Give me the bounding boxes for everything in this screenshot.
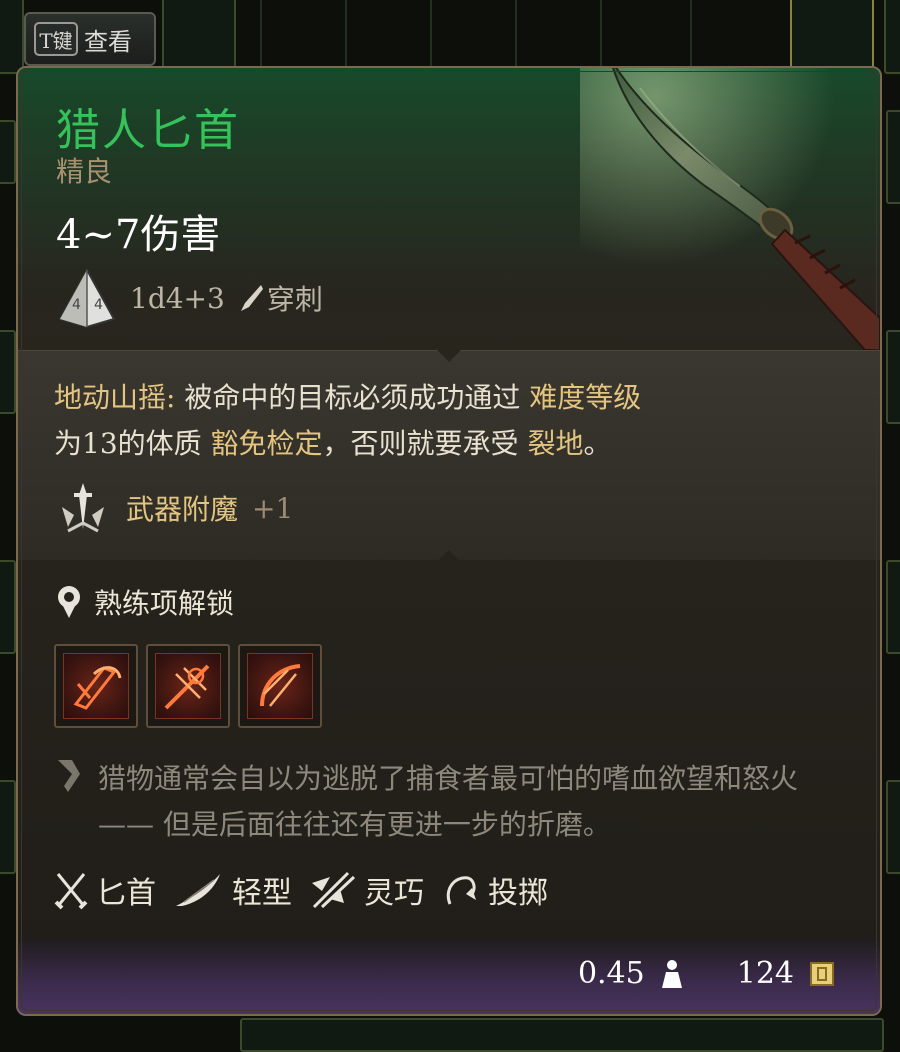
property-dagger[interactable]: 匕首 — [54, 868, 156, 912]
crossed-daggers-icon — [54, 873, 88, 910]
finesse-icon — [312, 871, 356, 909]
svg-text:4: 4 — [94, 297, 103, 313]
action-cut-icon[interactable] — [238, 644, 322, 728]
t-key-cap: T键 — [34, 22, 78, 56]
throw-icon — [446, 876, 476, 905]
item-weight: 0.45 — [577, 956, 645, 991]
action-pierce-icon[interactable] — [146, 644, 230, 728]
quote-icon — [58, 760, 80, 792]
effect-name[interactable]: 地动山摇 — [54, 381, 166, 414]
enchantment-value: +1 — [252, 491, 294, 525]
examine-label: 查看 — [84, 27, 132, 56]
action-slash-icon[interactable] — [54, 644, 138, 728]
proficiency-label: 熟练项解锁 — [94, 587, 235, 620]
item-damage: 4~7伤害 — [56, 212, 221, 258]
property-light[interactable]: 轻型 — [174, 868, 292, 912]
feather-icon — [176, 874, 220, 906]
effect-description: 地动山摇: 被命中的目标必须成功通过 难度等级 为13的体质 豁免检定，否则就要承… — [54, 381, 642, 460]
weight-icon — [661, 959, 682, 988]
tooltip-effects: 地动山摇: 被命中的目标必须成功通过 难度等级 为13的体质 豁免检定，否则就要承… — [18, 350, 880, 562]
svg-text:4: 4 — [72, 297, 81, 313]
gold-icon — [810, 961, 834, 986]
inventory-slot[interactable] — [884, 0, 900, 74]
d4-dice-icon: 4 4 — [58, 267, 116, 329]
damage-type-label: 穿刺 — [266, 283, 323, 316]
proficiency-icon — [58, 586, 80, 618]
enchantment-row: 武器附魔 +1 — [54, 479, 293, 537]
examine-hint[interactable]: T键 查看 — [24, 12, 156, 66]
weapon-enchant-icon — [62, 483, 104, 533]
inventory-slot[interactable] — [790, 0, 874, 70]
tooltip-footer: 0.45 124 — [18, 938, 880, 1014]
damage-dice: 1d4+3 — [130, 281, 225, 315]
item-value: 124 — [736, 956, 794, 991]
property-finesse[interactable]: 灵巧 — [310, 868, 424, 912]
keyword-saving-throw[interactable]: 豁免检定 — [211, 427, 323, 460]
flavor-text: 猎物通常会自以为逃脱了捕食者最可怕的嗜血欲望和怒火 —— 但是后面往往还有更进一… — [98, 762, 799, 841]
keyword-dc[interactable]: 难度等级 — [529, 381, 641, 414]
tooltip-details: 熟练项解锁 猎物通常会自以为逃脱了捕食者最可怕的嗜血欲望和怒火 —— 但是后面往… — [18, 560, 880, 942]
enchantment-label[interactable]: 武器附魔 — [126, 488, 238, 528]
weapon-actions — [54, 644, 322, 728]
flavor-text-row: 猎物通常会自以为逃脱了捕食者最可怕的嗜血欲望和怒火 —— 但是后面往往还有更进一… — [54, 756, 838, 848]
divider-notch — [437, 350, 461, 362]
dagger-image — [580, 68, 880, 350]
damage-dice-row: 4 4 1d4+3 穿刺 — [56, 266, 323, 330]
inventory-slot[interactable] — [0, 0, 24, 74]
damage-type: 穿刺 — [237, 278, 323, 318]
property-thrown[interactable]: 投掷 — [442, 868, 548, 912]
piercing-icon — [240, 285, 263, 311]
inventory-slot[interactable] — [162, 0, 236, 76]
keyword-cracked-earth[interactable]: 裂地 — [527, 427, 583, 460]
tooltip-header: 猎人匕首 精良 4~7伤害 4 4 1d4+3 穿刺 — [18, 68, 880, 350]
proficiency-header: 熟练项解锁 — [54, 582, 234, 622]
item-tooltip: 猎人匕首 精良 4~7伤害 4 4 1d4+3 穿刺 地动山摇: 被命中的目标必… — [16, 66, 882, 1016]
weapon-properties: 匕首 轻型 灵巧 投掷 — [54, 868, 548, 912]
item-name: 猎人匕首 — [56, 105, 240, 156]
item-rarity: 精良 — [56, 155, 113, 188]
